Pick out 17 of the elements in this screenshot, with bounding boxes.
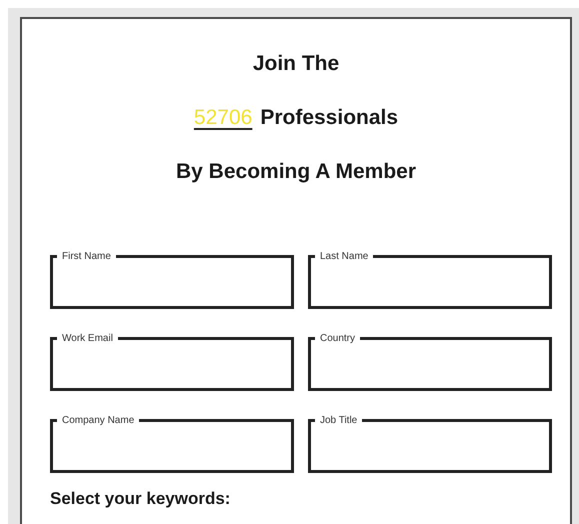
field-label: Job Title (319, 415, 358, 426)
heading-text: Join The (252, 51, 340, 77)
input-field[interactable]: Last Name (308, 251, 552, 309)
field-label: Country (319, 333, 356, 344)
input-field[interactable]: Company Name (50, 415, 294, 473)
field-label: Last Name (319, 251, 370, 262)
input-field[interactable]: Job Title (308, 415, 552, 473)
field-label: First Name (61, 251, 112, 262)
member-count: 52706 (194, 105, 252, 131)
input-field[interactable]: Work Email (50, 333, 294, 391)
input-field[interactable]: Country (308, 333, 552, 391)
field-label: Work Email (61, 333, 114, 344)
input-field[interactable]: First Name (50, 251, 294, 309)
heading-text: By Becoming A Member (176, 159, 416, 185)
section-heading: Select your keywords: (50, 489, 232, 509)
heading-text: Professionals (260, 105, 398, 131)
field-label: Company Name (61, 415, 136, 426)
